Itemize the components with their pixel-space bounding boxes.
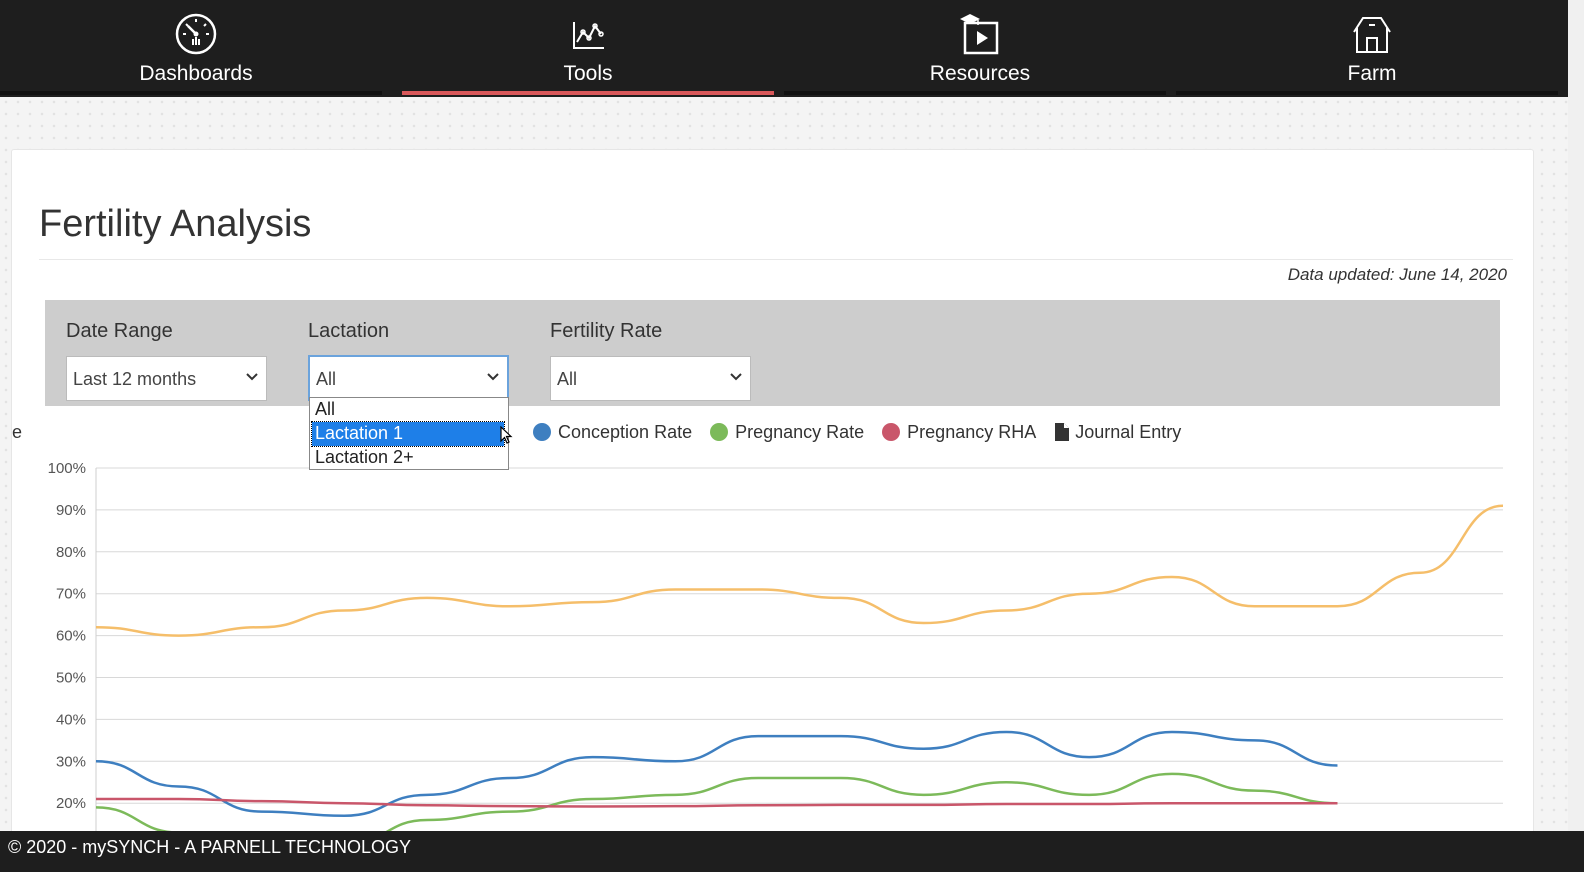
mouse-cursor-icon (500, 426, 513, 444)
series-line-0 (95, 504, 1504, 637)
fertility-line-chart: 100% 90% 80% 70% 60% 50% 40% 30% 20% (48, 460, 1504, 831)
y-tick-label: 80% (56, 544, 86, 561)
y-tick-label: 100% (48, 460, 86, 477)
lactation-option-all[interactable]: All (310, 398, 508, 422)
footer-copyright: © 2020 - mySYNCH - A PARNELL TECHNOLOGY (8, 837, 412, 857)
lactation-dropdown-list[interactable]: All Lactation 1 Lactation 2+ (309, 397, 509, 470)
page-scrollbar[interactable] (1568, 0, 1584, 872)
y-tick-label: 20% (56, 795, 86, 812)
y-tick-label: 50% (56, 670, 86, 687)
lactation-option-1[interactable]: Lactation 1 (311, 421, 505, 447)
y-tick-label: 70% (56, 586, 86, 603)
page-footer: © 2020 - mySYNCH - A PARNELL TECHNOLOGY (0, 831, 1584, 872)
y-tick-label: 30% (56, 753, 86, 770)
y-tick-label: 90% (56, 502, 86, 519)
y-tick-label: 40% (56, 711, 86, 728)
y-tick-label: 60% (56, 628, 86, 645)
lactation-option-2-plus[interactable]: Lactation 2+ (310, 446, 508, 470)
